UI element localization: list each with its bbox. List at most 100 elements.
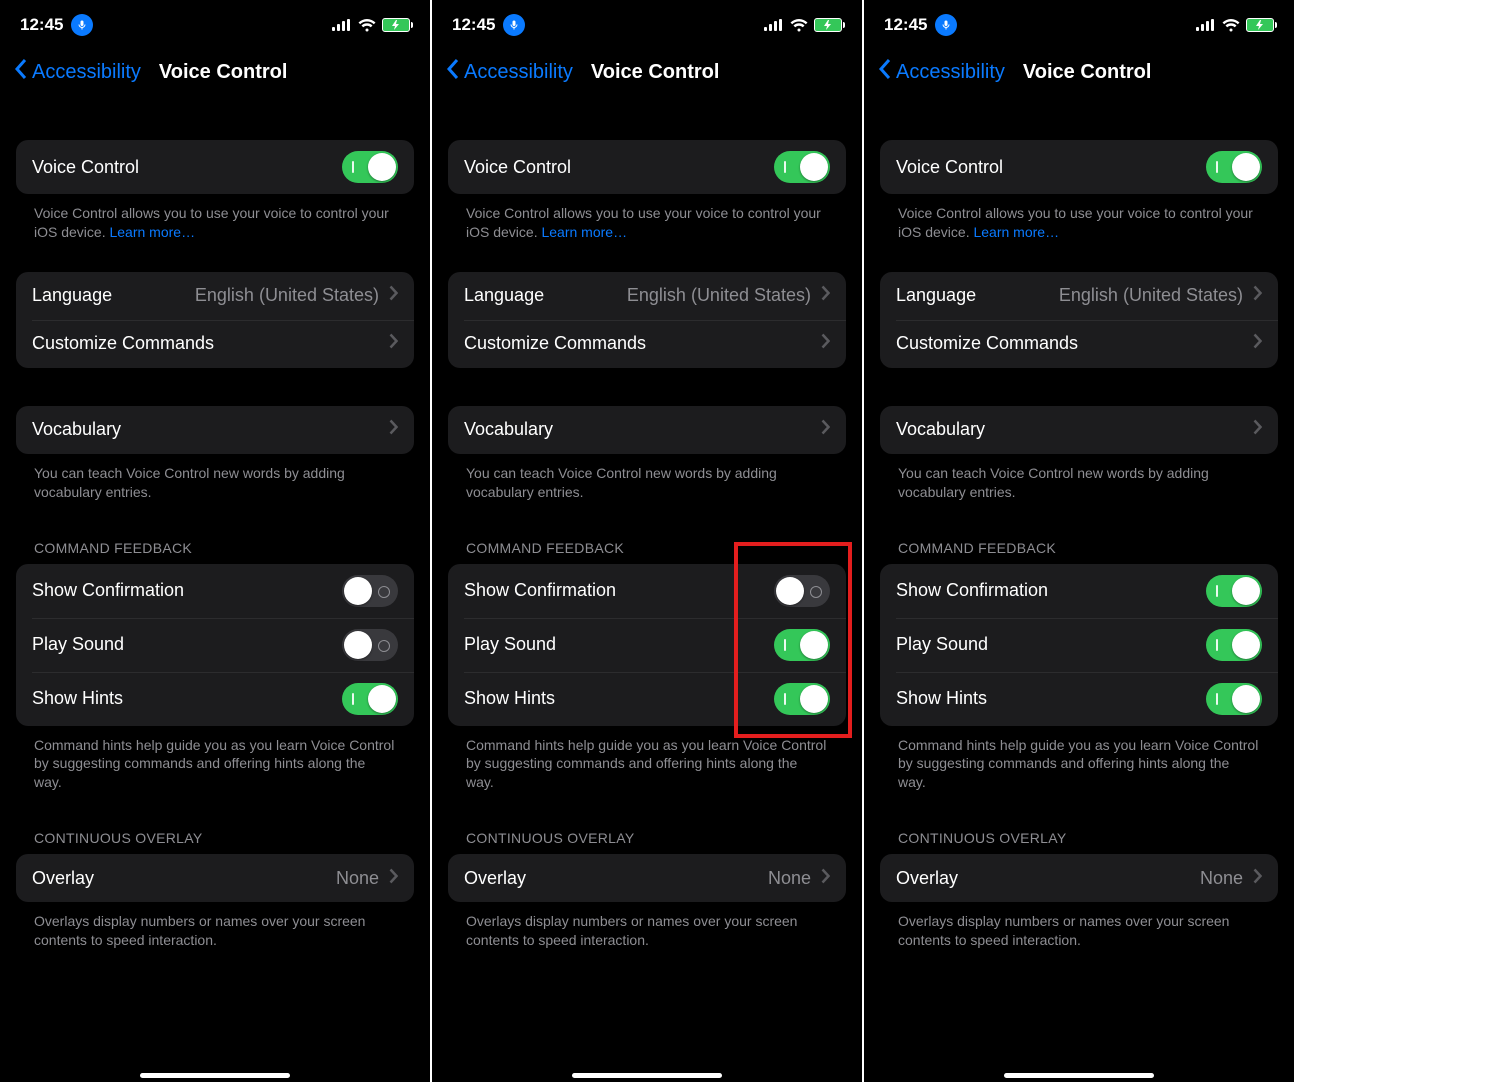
show-confirmation-label: Show Confirmation xyxy=(896,580,1048,601)
customize-commands-label: Customize Commands xyxy=(464,333,646,354)
content-scroll[interactable]: Voice ControlVoice Control allows you to… xyxy=(0,102,430,960)
voice-control-toggle[interactable] xyxy=(774,151,830,183)
vocabulary-group: Vocabulary xyxy=(16,406,414,454)
voice-control-toggle[interactable] xyxy=(1206,151,1262,183)
phone-screen-2: 12:45 Accessibility Voice ControlVoice Con… xyxy=(432,0,862,1082)
vocabulary-group: Vocabulary xyxy=(880,406,1278,454)
show-hints-row: Show Hints xyxy=(448,672,846,726)
show-hints-label: Show Hints xyxy=(464,688,555,709)
vocabulary-label: Vocabulary xyxy=(464,419,553,440)
language-label: Language xyxy=(32,285,112,306)
play-sound-toggle[interactable] xyxy=(1206,629,1262,661)
command-feedback-header: COMMAND FEEDBACK xyxy=(880,540,1278,564)
show-confirmation-row: Show Confirmation xyxy=(880,564,1278,618)
voice-control-label: Voice Control xyxy=(896,157,1003,178)
customize-commands-label: Customize Commands xyxy=(896,333,1078,354)
voice-control-footer: Voice Control allows you to use your voi… xyxy=(16,194,414,242)
customize-commands-row[interactable]: Customize Commands xyxy=(16,320,414,368)
continuous-overlay-footer: Overlays display numbers or names over y… xyxy=(448,902,846,950)
learn-more-link[interactable]: Learn more… xyxy=(109,224,195,240)
chevron-right-icon xyxy=(389,419,398,440)
vocabulary-row[interactable]: Vocabulary xyxy=(880,406,1278,454)
continuous-overlay-header: CONTINUOUS OVERLAY xyxy=(880,830,1278,854)
page-title: Voice Control xyxy=(1023,61,1152,84)
vocabulary-row[interactable]: Vocabulary xyxy=(448,406,846,454)
language-row[interactable]: Language English (United States) xyxy=(448,272,846,320)
home-indicator[interactable] xyxy=(572,1073,722,1078)
learn-more-link[interactable]: Learn more… xyxy=(973,224,1059,240)
play-sound-label: Play Sound xyxy=(896,634,988,655)
continuous-overlay-header: CONTINUOUS OVERLAY xyxy=(448,830,846,854)
show-hints-toggle[interactable] xyxy=(1206,683,1262,715)
voice-control-group: Voice Control xyxy=(448,140,846,194)
show-confirmation-label: Show Confirmation xyxy=(464,580,616,601)
show-confirmation-toggle[interactable] xyxy=(774,575,830,607)
content-scroll[interactable]: Voice ControlVoice Control allows you to… xyxy=(864,102,1294,960)
overlay-label: Overlay xyxy=(896,868,958,889)
language-row[interactable]: LanguageEnglish (United States) xyxy=(880,272,1278,320)
chevron-right-icon xyxy=(821,333,830,354)
overlay-label: Overlay xyxy=(464,868,526,889)
voice-control-toggle[interactable] xyxy=(342,151,398,183)
command-feedback-footer: Command hints help guide you as you lear… xyxy=(16,726,414,793)
language-value: English (United States) xyxy=(627,285,811,306)
continuous-overlay-group: Overlay None xyxy=(448,854,846,902)
back-button[interactable]: Accessibility xyxy=(14,58,141,86)
show-hints-label: Show Hints xyxy=(32,688,123,709)
content-scroll[interactable]: Voice ControlVoice Control allows you to… xyxy=(432,102,862,960)
show-confirmation-label: Show Confirmation xyxy=(32,580,184,601)
customize-commands-row[interactable]: Customize Commands xyxy=(448,320,846,368)
chevron-left-icon xyxy=(446,58,460,86)
show-confirmation-toggle[interactable] xyxy=(1206,575,1262,607)
play-sound-toggle[interactable] xyxy=(342,629,398,661)
overlay-value: None xyxy=(768,868,811,889)
mic-active-icon xyxy=(935,14,957,36)
language-label: Language xyxy=(464,285,544,306)
vocabulary-footer: You can teach Voice Control new words by… xyxy=(880,454,1278,502)
show-hints-toggle[interactable] xyxy=(342,683,398,715)
chevron-right-icon xyxy=(1253,333,1262,354)
overlay-row[interactable]: Overlay None xyxy=(880,854,1278,902)
chevron-right-icon xyxy=(821,285,830,306)
overlay-row[interactable]: Overlay None xyxy=(448,854,846,902)
language-row[interactable]: LanguageEnglish (United States) xyxy=(16,272,414,320)
status-time: 12:45 xyxy=(20,15,63,35)
continuous-overlay-header: CONTINUOUS OVERLAY xyxy=(16,830,414,854)
show-hints-toggle[interactable] xyxy=(774,683,830,715)
nav-bar: Accessibility Voice Control xyxy=(864,50,1294,102)
overlay-value: None xyxy=(1200,868,1243,889)
language-value: English (United States) xyxy=(1059,285,1243,306)
vocabulary-group: Vocabulary xyxy=(448,406,846,454)
home-indicator[interactable] xyxy=(140,1073,290,1078)
chevron-right-icon xyxy=(1253,868,1262,889)
home-indicator[interactable] xyxy=(1004,1073,1154,1078)
status-bar: 12:45 xyxy=(432,0,862,50)
play-sound-row: Play Sound xyxy=(880,618,1278,672)
play-sound-toggle[interactable] xyxy=(774,629,830,661)
continuous-overlay-footer: Overlays display numbers or names over y… xyxy=(16,902,414,950)
back-button[interactable]: Accessibility xyxy=(446,58,573,86)
wifi-icon xyxy=(1222,18,1240,32)
chevron-right-icon xyxy=(821,419,830,440)
cellular-signal-icon xyxy=(764,19,784,31)
show-confirmation-toggle[interactable] xyxy=(342,575,398,607)
overlay-label: Overlay xyxy=(32,868,94,889)
mic-active-icon xyxy=(71,14,93,36)
show-confirmation-row: Show Confirmation xyxy=(16,564,414,618)
command-feedback-group: Show Confirmation Play Sound Show Hints xyxy=(16,564,414,726)
play-sound-row: Play Sound xyxy=(16,618,414,672)
vocabulary-row[interactable]: Vocabulary xyxy=(16,406,414,454)
voice-control-row: Voice Control xyxy=(880,140,1278,194)
vocabulary-label: Vocabulary xyxy=(32,419,121,440)
learn-more-link[interactable]: Learn more… xyxy=(541,224,627,240)
play-sound-row: Play Sound xyxy=(448,618,846,672)
overlay-row[interactable]: Overlay None xyxy=(16,854,414,902)
status-time: 12:45 xyxy=(452,15,495,35)
command-feedback-group: Show Confirmation Play Sound Show Hints xyxy=(448,564,846,726)
back-label: Accessibility xyxy=(464,61,573,84)
customize-commands-row[interactable]: Customize Commands xyxy=(880,320,1278,368)
back-button[interactable]: Accessibility xyxy=(878,58,1005,86)
command-feedback-header: COMMAND FEEDBACK xyxy=(16,540,414,564)
phone-screen-3: 12:45AccessibilityVoice ControlVoice Con… xyxy=(864,0,1294,1082)
overlay-value: None xyxy=(336,868,379,889)
